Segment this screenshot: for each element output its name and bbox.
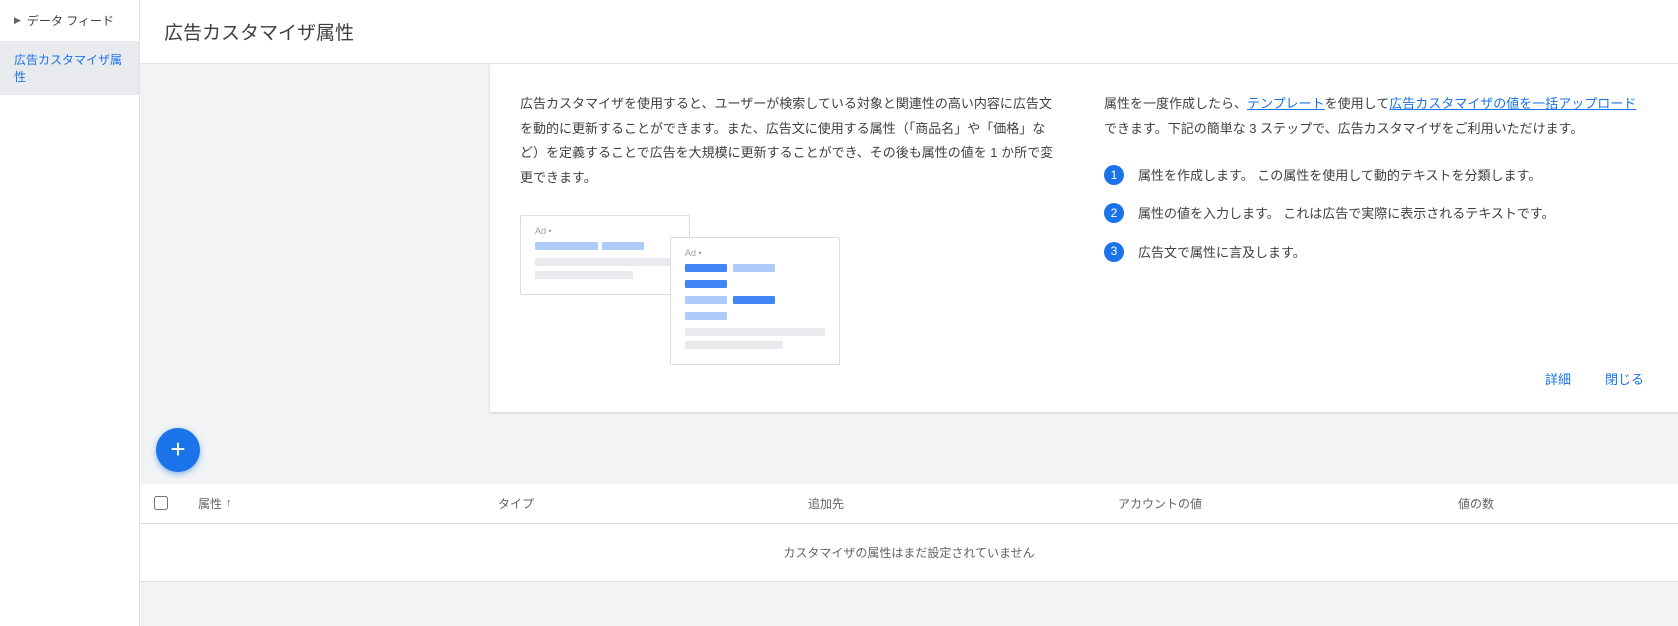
bulk-upload-link[interactable]: 広告カスタマイザの値を一括アップロード: [1389, 96, 1636, 111]
details-button[interactable]: 詳細: [1541, 363, 1575, 394]
page-title: 広告カスタマイザ属性: [140, 0, 1678, 64]
chevron-right-icon: ▶: [14, 15, 21, 26]
info-right-column: 属性を一度作成したら、テンプレートを使用して広告カスタマイザの値を一括アップロー…: [1104, 92, 1648, 335]
sort-asc-icon: ↑: [226, 497, 232, 509]
sidebar-item-data-feed[interactable]: ▶ データ フィード: [0, 0, 139, 41]
close-button[interactable]: 閉じる: [1601, 363, 1648, 394]
select-all-checkbox[interactable]: [154, 496, 168, 510]
column-header-attribute[interactable]: 属性 ↑: [184, 484, 484, 523]
info-card: 広告カスタマイザを使用すると、ユーザーが検索している対象と関連性の高い内容に広告…: [490, 64, 1678, 412]
step-text: 属性を作成します。 この属性を使用して動的テキストを分類します。: [1138, 165, 1541, 187]
ad-label: Ad •: [535, 226, 675, 236]
column-header-value-count[interactable]: 値の数: [1444, 484, 1678, 523]
info-description: 広告カスタマイザを使用すると、ユーザーが検索している対象と関連性の高い内容に広告…: [520, 92, 1064, 191]
step-number-icon: 1: [1104, 165, 1124, 185]
add-attribute-fab[interactable]: +: [156, 428, 200, 472]
plus-icon: +: [170, 434, 185, 465]
ad-illustration: Ad • Ad •: [520, 215, 840, 335]
info-intro-text: 属性を一度作成したら、テンプレートを使用して広告カスタマイザの値を一括アップロー…: [1104, 92, 1648, 141]
select-all-cell: [140, 484, 184, 523]
step-item: 1 属性を作成します。 この属性を使用して動的テキストを分類します。: [1104, 165, 1648, 187]
table-header-row: 属性 ↑ タイプ 追加先 アカウントの値 値の数: [140, 484, 1678, 524]
step-item: 2 属性の値を入力します。 これは広告で実際に表示されるテキストです。: [1104, 203, 1648, 225]
attributes-table: 属性 ↑ タイプ 追加先 アカウントの値 値の数 カスタマイザの属性はまだ設定さ…: [140, 484, 1678, 582]
steps-list: 1 属性を作成します。 この属性を使用して動的テキストを分類します。 2 属性の…: [1104, 165, 1648, 263]
column-header-added-to[interactable]: 追加先: [794, 484, 1104, 523]
column-header-account-value[interactable]: アカウントの値: [1104, 484, 1444, 523]
main-content: 広告カスタマイザ属性 広告カスタマイザを使用すると、ユーザーが検索している対象と…: [140, 0, 1678, 626]
step-number-icon: 2: [1104, 203, 1124, 223]
step-item: 3 広告文で属性に言及します。: [1104, 242, 1648, 264]
ad-card-back: Ad •: [520, 215, 690, 295]
content-area: 広告カスタマイザを使用すると、ユーザーが検索している対象と関連性の高い内容に広告…: [140, 64, 1678, 626]
sidebar-item-label: データ フィード: [27, 12, 114, 29]
empty-state-message: カスタマイザの属性はまだ設定されていません: [140, 524, 1678, 582]
ad-card-front: Ad •: [670, 237, 840, 365]
card-actions: 詳細 閉じる: [520, 363, 1648, 394]
template-link[interactable]: テンプレート: [1247, 96, 1325, 111]
step-text: 属性の値を入力します。 これは広告で実際に表示されるテキストです。: [1138, 203, 1555, 225]
column-header-type[interactable]: タイプ: [484, 484, 794, 523]
sidebar-item-label: 広告カスタマイザ属性: [14, 53, 122, 84]
sidebar: ▶ データ フィード 広告カスタマイザ属性: [0, 0, 140, 626]
sidebar-item-ad-customizer[interactable]: 広告カスタマイザ属性: [0, 41, 139, 95]
step-text: 広告文で属性に言及します。: [1138, 242, 1306, 264]
info-left-column: 広告カスタマイザを使用すると、ユーザーが検索している対象と関連性の高い内容に広告…: [520, 92, 1064, 335]
step-number-icon: 3: [1104, 242, 1124, 262]
ad-label: Ad •: [685, 248, 825, 258]
